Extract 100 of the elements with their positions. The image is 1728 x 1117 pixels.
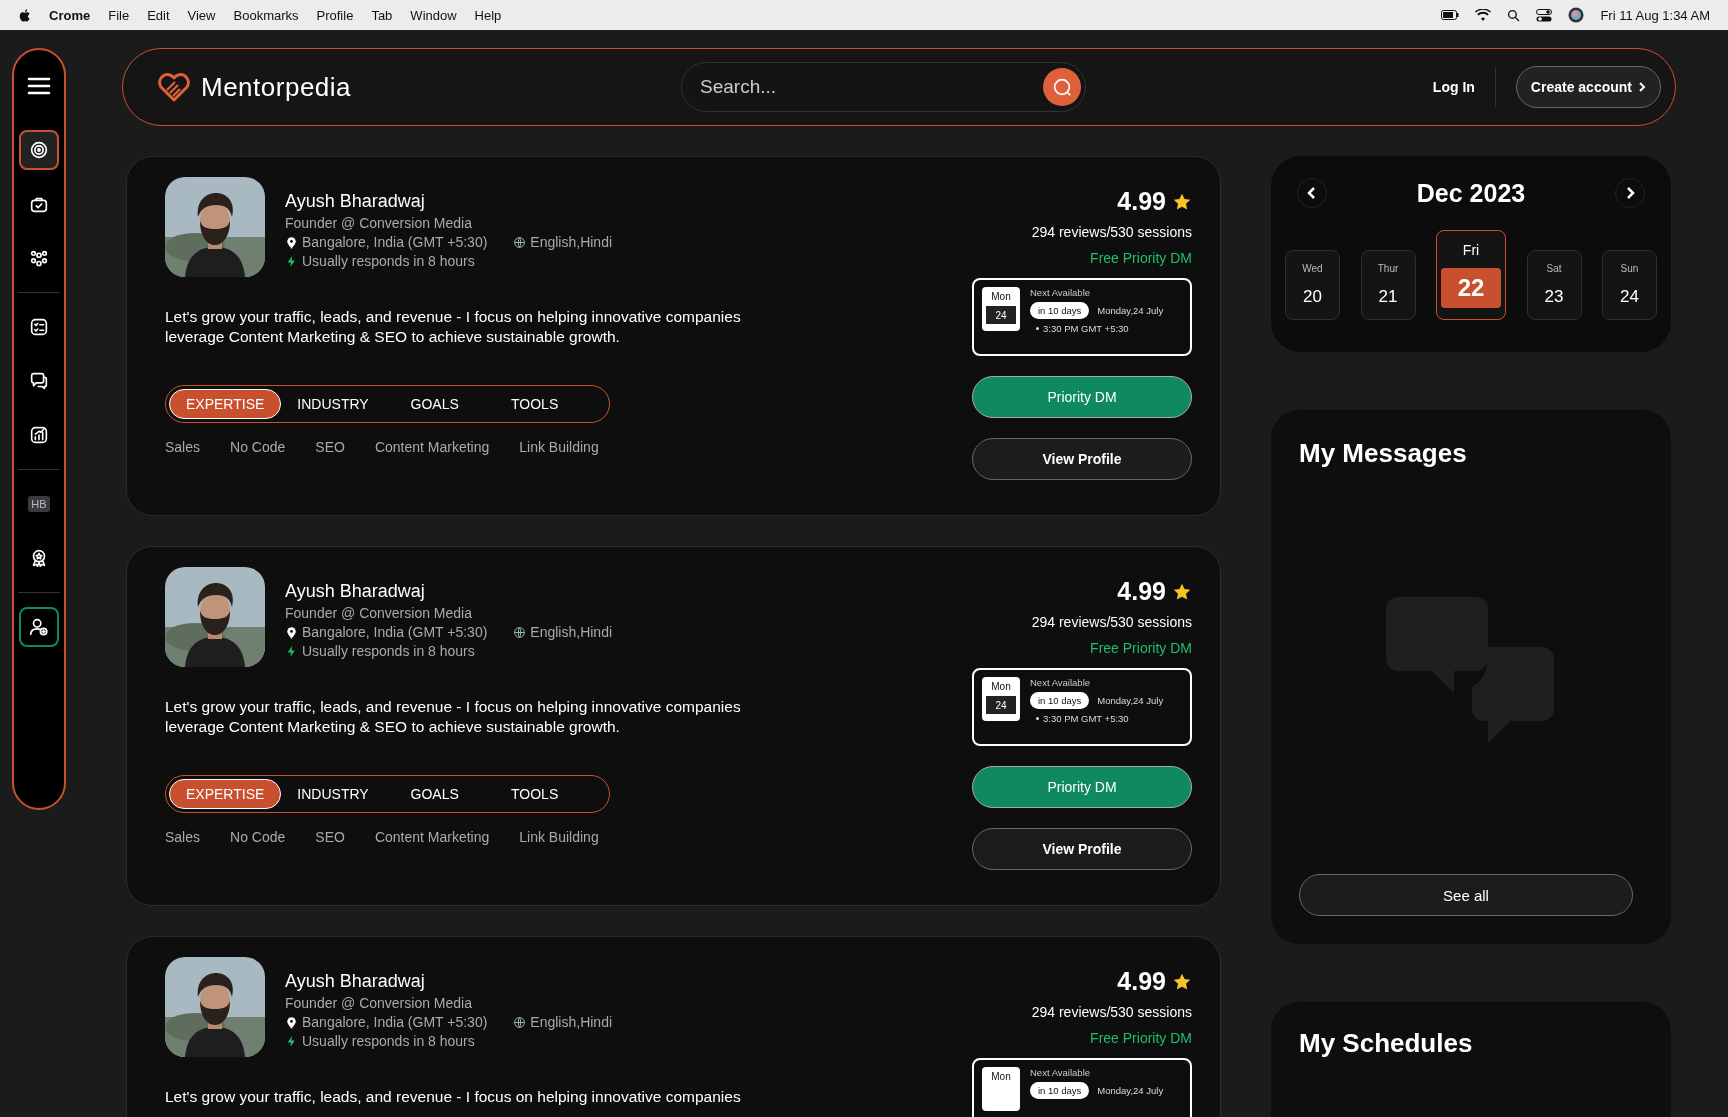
search-icon[interactable] (1507, 8, 1521, 22)
month-title: Dec 2023 (1416, 178, 1526, 208)
days-badge: in 10 days (1030, 692, 1090, 709)
priority-dm-button[interactable]: Priority DM (972, 766, 1192, 808)
menu-item[interactable]: Bookmarks (233, 7, 299, 23)
battery-icon[interactable] (1441, 10, 1460, 20)
skill-tag: Link Building (519, 829, 599, 845)
review-stats: 294 reviews/530 sessions (1031, 1004, 1192, 1020)
location-text: Bangalore, India (GMT +5:30) (302, 624, 488, 640)
toggle-icon[interactable] (1536, 8, 1553, 22)
category-tab[interactable]: INDUSTRY (281, 389, 385, 419)
sidebar-item[interactable] (19, 607, 59, 647)
category-tab[interactable]: GOALS (384, 389, 485, 419)
menu-item[interactable]: Window (410, 7, 457, 23)
apple-icon[interactable] (18, 7, 31, 23)
availability-date: Monday,24 July (1097, 305, 1164, 316)
mentor-role: Founder @ Conversion Media (285, 995, 473, 1011)
languages-text: English,Hindi (530, 234, 613, 250)
search-button[interactable] (1043, 68, 1082, 106)
panel-title: My Schedules (1299, 1028, 1473, 1058)
day-button[interactable]: Sat 23 (1526, 250, 1582, 320)
search-input[interactable]: Search... (698, 75, 1044, 99)
globe-icon (513, 1015, 527, 1029)
menu-item[interactable]: Edit (147, 7, 170, 23)
target-icon (28, 139, 50, 161)
menu-item[interactable]: View (187, 7, 216, 23)
menu-item[interactable]: Tab (371, 7, 393, 23)
category-tab[interactable]: TOOLS (484, 389, 585, 419)
day-button[interactable]: Wed 20 (1285, 250, 1340, 320)
category-tab[interactable]: TOOLS (484, 779, 585, 809)
add-user-icon (28, 616, 50, 638)
orb-icon[interactable] (1568, 7, 1585, 23)
chat-icon (28, 370, 50, 392)
languages-text: English,Hindi (530, 624, 613, 640)
location-pin-icon (285, 625, 298, 639)
see-all-button[interactable]: See all (1299, 874, 1633, 916)
app-menu[interactable]: Crome (49, 7, 91, 23)
rating-value: 4.99 (1117, 187, 1166, 216)
languages-text: English,Hindi (530, 1014, 613, 1030)
login-button[interactable]: Log In (1412, 67, 1496, 107)
skill-tag: Content Marketing (374, 829, 490, 845)
location-text: Bangalore, India (GMT +5:30) (302, 234, 488, 250)
view-profile-button[interactable]: View Profile (972, 438, 1192, 480)
skill-tag: Sales (165, 829, 201, 845)
wifi-icon[interactable] (1475, 9, 1492, 21)
response-time: Usually responds in 8 hours (302, 1033, 475, 1049)
location-pin-icon (285, 235, 298, 249)
day-button[interactable]: Thur 21 (1360, 250, 1416, 320)
response-time: Usually responds in 8 hours (302, 253, 475, 269)
lightning-icon (285, 1034, 298, 1048)
date-tile: Mon (982, 1067, 1020, 1111)
availability-label: Next Available (1030, 287, 1092, 298)
category-tab[interactable]: EXPERTISE (169, 779, 282, 809)
chevron-right-icon (1638, 82, 1646, 92)
brand-name: Mentorpedia (201, 71, 352, 103)
rating-value: 4.99 (1117, 577, 1166, 606)
sidebar-item[interactable] (19, 130, 59, 170)
globe-icon (513, 235, 527, 249)
mentor-name: Ayush Bharadwaj (285, 191, 426, 212)
view-profile-button[interactable]: View Profile (972, 828, 1192, 870)
search-field[interactable]: Search... (681, 62, 1087, 112)
mentor-role: Founder @ Conversion Media (285, 215, 473, 231)
location-pin-icon (285, 1015, 298, 1029)
review-stats: 294 reviews/530 sessions (1031, 614, 1192, 630)
mentor-name: Ayush Bharadwaj (285, 581, 426, 602)
menu-item[interactable]: Profile (316, 7, 354, 23)
priority-dm-button[interactable]: Priority DM (972, 376, 1192, 418)
menu-bar-clock: Fri 11 Aug 1:34 AM (1600, 7, 1710, 23)
day-button[interactable]: Fri 22 (1436, 230, 1506, 320)
offer-text: Free Priority DM (1090, 1030, 1192, 1046)
location-text: Bangalore, India (GMT +5:30) (302, 1014, 488, 1030)
lightning-icon (285, 644, 298, 658)
checklist-icon (28, 316, 50, 338)
chevron-right-icon (1625, 186, 1635, 200)
days-badge: in 10 days (1030, 302, 1090, 319)
menu-item[interactable]: Help (474, 7, 502, 23)
skill-tag: No Code (230, 439, 286, 455)
initials-badge: HB (28, 496, 50, 512)
skill-tag: SEO (315, 439, 345, 455)
mentor-role: Founder @ Conversion Media (285, 605, 473, 621)
skill-tag: Content Marketing (374, 439, 490, 455)
mentor-description: Let's grow your traffic, leads, and revenue - I focus on helping innovative companies leverage Content Marketing & SEO to achieve sustainable growth. (165, 697, 742, 737)
day-button[interactable]: Sun 24 (1602, 250, 1657, 320)
menu-icon (27, 76, 51, 96)
availability-date: Monday,24 July (1097, 695, 1164, 706)
date-tile: Mon 24 (982, 287, 1020, 331)
skill-tag: Sales (165, 439, 201, 455)
skill-tag: SEO (315, 829, 345, 845)
globe-icon (513, 625, 527, 639)
menu-item[interactable]: File (108, 7, 130, 23)
days-badge: in 10 days (1030, 1082, 1090, 1099)
category-tab[interactable]: INDUSTRY (281, 779, 385, 809)
availability-time: 3:30 PM GMT +5:30 (1043, 713, 1129, 724)
panel-title: My Messages (1299, 438, 1468, 469)
availability-label: Next Available (1030, 1067, 1092, 1078)
skill-tag: No Code (230, 829, 286, 845)
create-account-button[interactable]: Create account (1515, 66, 1661, 108)
category-tab[interactable]: EXPERTISE (169, 389, 282, 419)
category-tab[interactable]: GOALS (384, 779, 485, 809)
sidebar-item[interactable]: HB (19, 484, 59, 524)
